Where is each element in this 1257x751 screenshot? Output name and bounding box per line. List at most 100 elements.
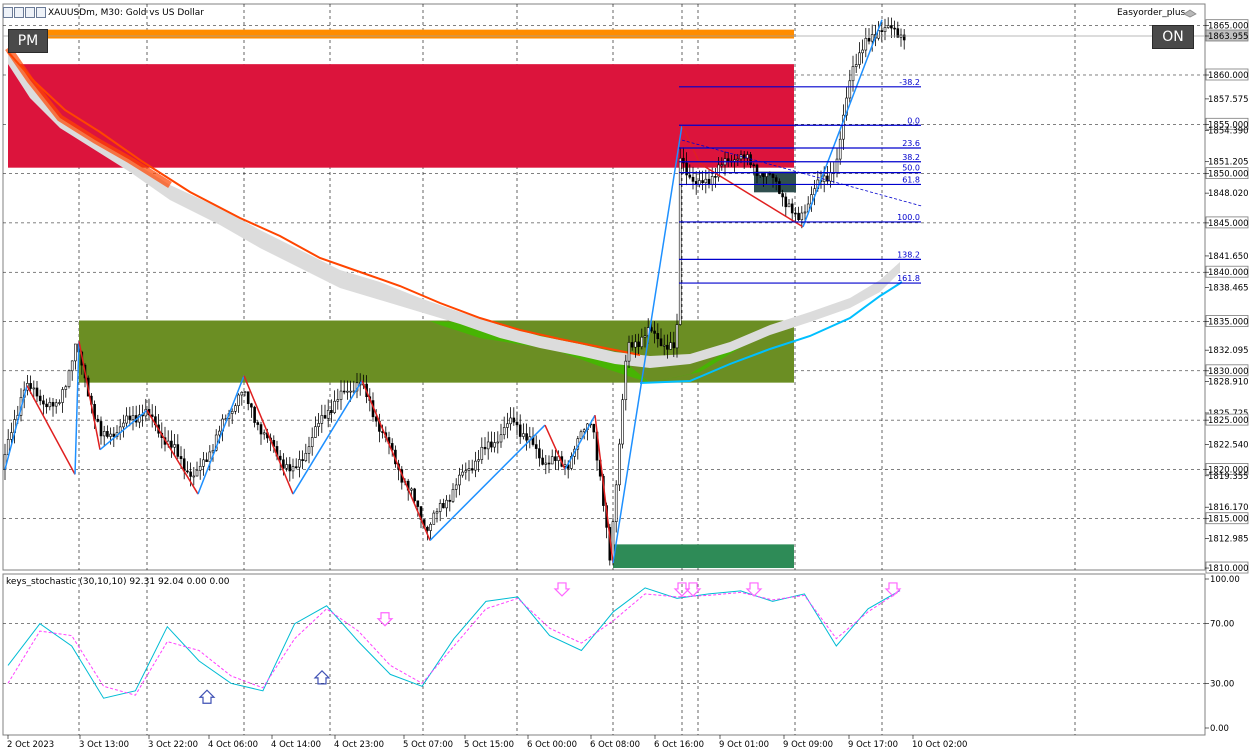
indicator-title: keys_stochastic (30,10,10) 92.31 92.04 0… <box>6 577 230 587</box>
candle-body <box>230 410 234 414</box>
candle-body <box>781 193 784 198</box>
candle-body <box>54 402 58 407</box>
chart-window-icon[interactable] <box>3 7 13 18</box>
candle-body <box>250 403 253 408</box>
time-tick-label: 6 Oct 00:00 <box>527 740 577 750</box>
candle-body <box>707 178 711 185</box>
settings-icon[interactable] <box>36 7 46 18</box>
candle-body <box>192 475 196 478</box>
time-tick-label: 3 Oct 13:00 <box>79 740 129 750</box>
pm-button[interactable]: PM <box>8 29 48 53</box>
zone-orange <box>8 29 794 39</box>
price-tick-label: 1841.650 <box>1208 252 1249 262</box>
time-tick-label: 10 Oct 02:00 <box>912 740 967 750</box>
candle-body <box>112 433 116 437</box>
candle-body <box>32 387 36 390</box>
candle-body <box>784 196 788 208</box>
candle-body <box>848 80 852 99</box>
candle-body <box>851 66 855 82</box>
candle-body <box>864 38 868 51</box>
candle-body <box>870 34 874 42</box>
candle-body <box>534 444 538 449</box>
candle-body <box>435 511 439 514</box>
candle-body <box>698 180 701 185</box>
candle-body <box>714 176 717 178</box>
candle-body <box>301 459 304 462</box>
candle-body <box>643 335 647 338</box>
candle-body <box>624 360 628 401</box>
candle-body <box>614 484 618 522</box>
candle-body <box>787 203 791 208</box>
candle-body <box>410 488 413 491</box>
candle-body <box>333 400 336 414</box>
fib-level-label: 138.2 <box>897 250 920 259</box>
candle-body <box>771 173 775 178</box>
fib-level-label: 0.0 <box>907 116 920 125</box>
price-tick-label: 1810.000 <box>1208 564 1249 574</box>
time-tick-label: 9 Oct 01:00 <box>719 740 769 750</box>
candle-body <box>499 434 503 443</box>
candle-body <box>509 417 512 425</box>
candle-body <box>867 38 871 42</box>
candle-body <box>67 370 71 388</box>
stoch-tick-label: 30.00 <box>1210 679 1234 689</box>
candle-body <box>179 456 183 460</box>
price-tick-label: 1835.000 <box>1208 318 1249 328</box>
candle-body <box>429 524 432 531</box>
history-icon[interactable] <box>25 7 35 18</box>
candle-body <box>262 432 266 435</box>
candle-body <box>426 526 429 531</box>
trade-icon[interactable] <box>14 7 24 18</box>
candle-body <box>102 431 106 437</box>
candle-body <box>51 402 55 407</box>
price-tick-label: 1812.985 <box>1208 535 1249 545</box>
candle-body <box>758 172 762 176</box>
candle-body <box>35 387 39 397</box>
time-tick-label: 9 Oct 17:00 <box>848 740 898 750</box>
candle-body <box>464 470 468 473</box>
candle-body <box>835 158 839 173</box>
candle-body <box>538 448 541 459</box>
price-tick-label: 1840.000 <box>1208 268 1249 278</box>
price-tick-label: 1828.910 <box>1208 378 1249 388</box>
candle-body <box>10 432 13 440</box>
candle-body <box>749 154 752 166</box>
chart-area[interactable]: -38.20.023.638.250.061.8100.0138.2161.8 … <box>0 0 1257 751</box>
expert-advisor-name: Easyorder_plus <box>1117 8 1186 18</box>
candle-body <box>522 433 525 437</box>
candle-body <box>547 462 551 465</box>
time-axis: 2 Oct 2023 3 Oct 13:00 3 Oct 22:00 4 Oct 06… <box>7 735 967 750</box>
candle-body <box>336 399 340 402</box>
candle-body <box>474 460 477 471</box>
candle-body <box>778 181 781 194</box>
candle-body <box>736 158 740 161</box>
candle-body <box>61 389 64 403</box>
candle-body <box>502 427 506 436</box>
candle-body <box>669 342 672 350</box>
price-tick-label: 1857.575 <box>1208 95 1249 105</box>
price-tick-label: 1854.390 <box>1208 126 1249 136</box>
candle-body <box>326 409 330 419</box>
candle-body <box>554 456 557 461</box>
chart-toolbar[interactable] <box>3 7 47 18</box>
candle-body <box>486 441 490 450</box>
price-tick-label: 1838.465 <box>1208 283 1249 293</box>
candle-body <box>451 489 455 502</box>
candle-body <box>582 429 586 433</box>
price-tick-label: 1830.000 <box>1208 367 1249 377</box>
candle-body <box>704 178 708 184</box>
candle-body <box>627 342 631 362</box>
candle-body <box>710 176 714 185</box>
candle-body <box>493 442 496 448</box>
candle-body <box>512 417 516 423</box>
price-tick-label: 1851.205 <box>1208 158 1249 168</box>
candle-body <box>173 444 176 448</box>
candle-body <box>349 390 352 393</box>
candle-body <box>688 174 692 178</box>
candle-body <box>691 176 695 182</box>
candle-body <box>861 49 864 54</box>
candle-body <box>467 468 471 471</box>
candle-body <box>416 500 420 507</box>
time-tick-label: 5 Oct 15:00 <box>464 740 514 750</box>
on-button[interactable]: ON <box>1152 25 1194 49</box>
